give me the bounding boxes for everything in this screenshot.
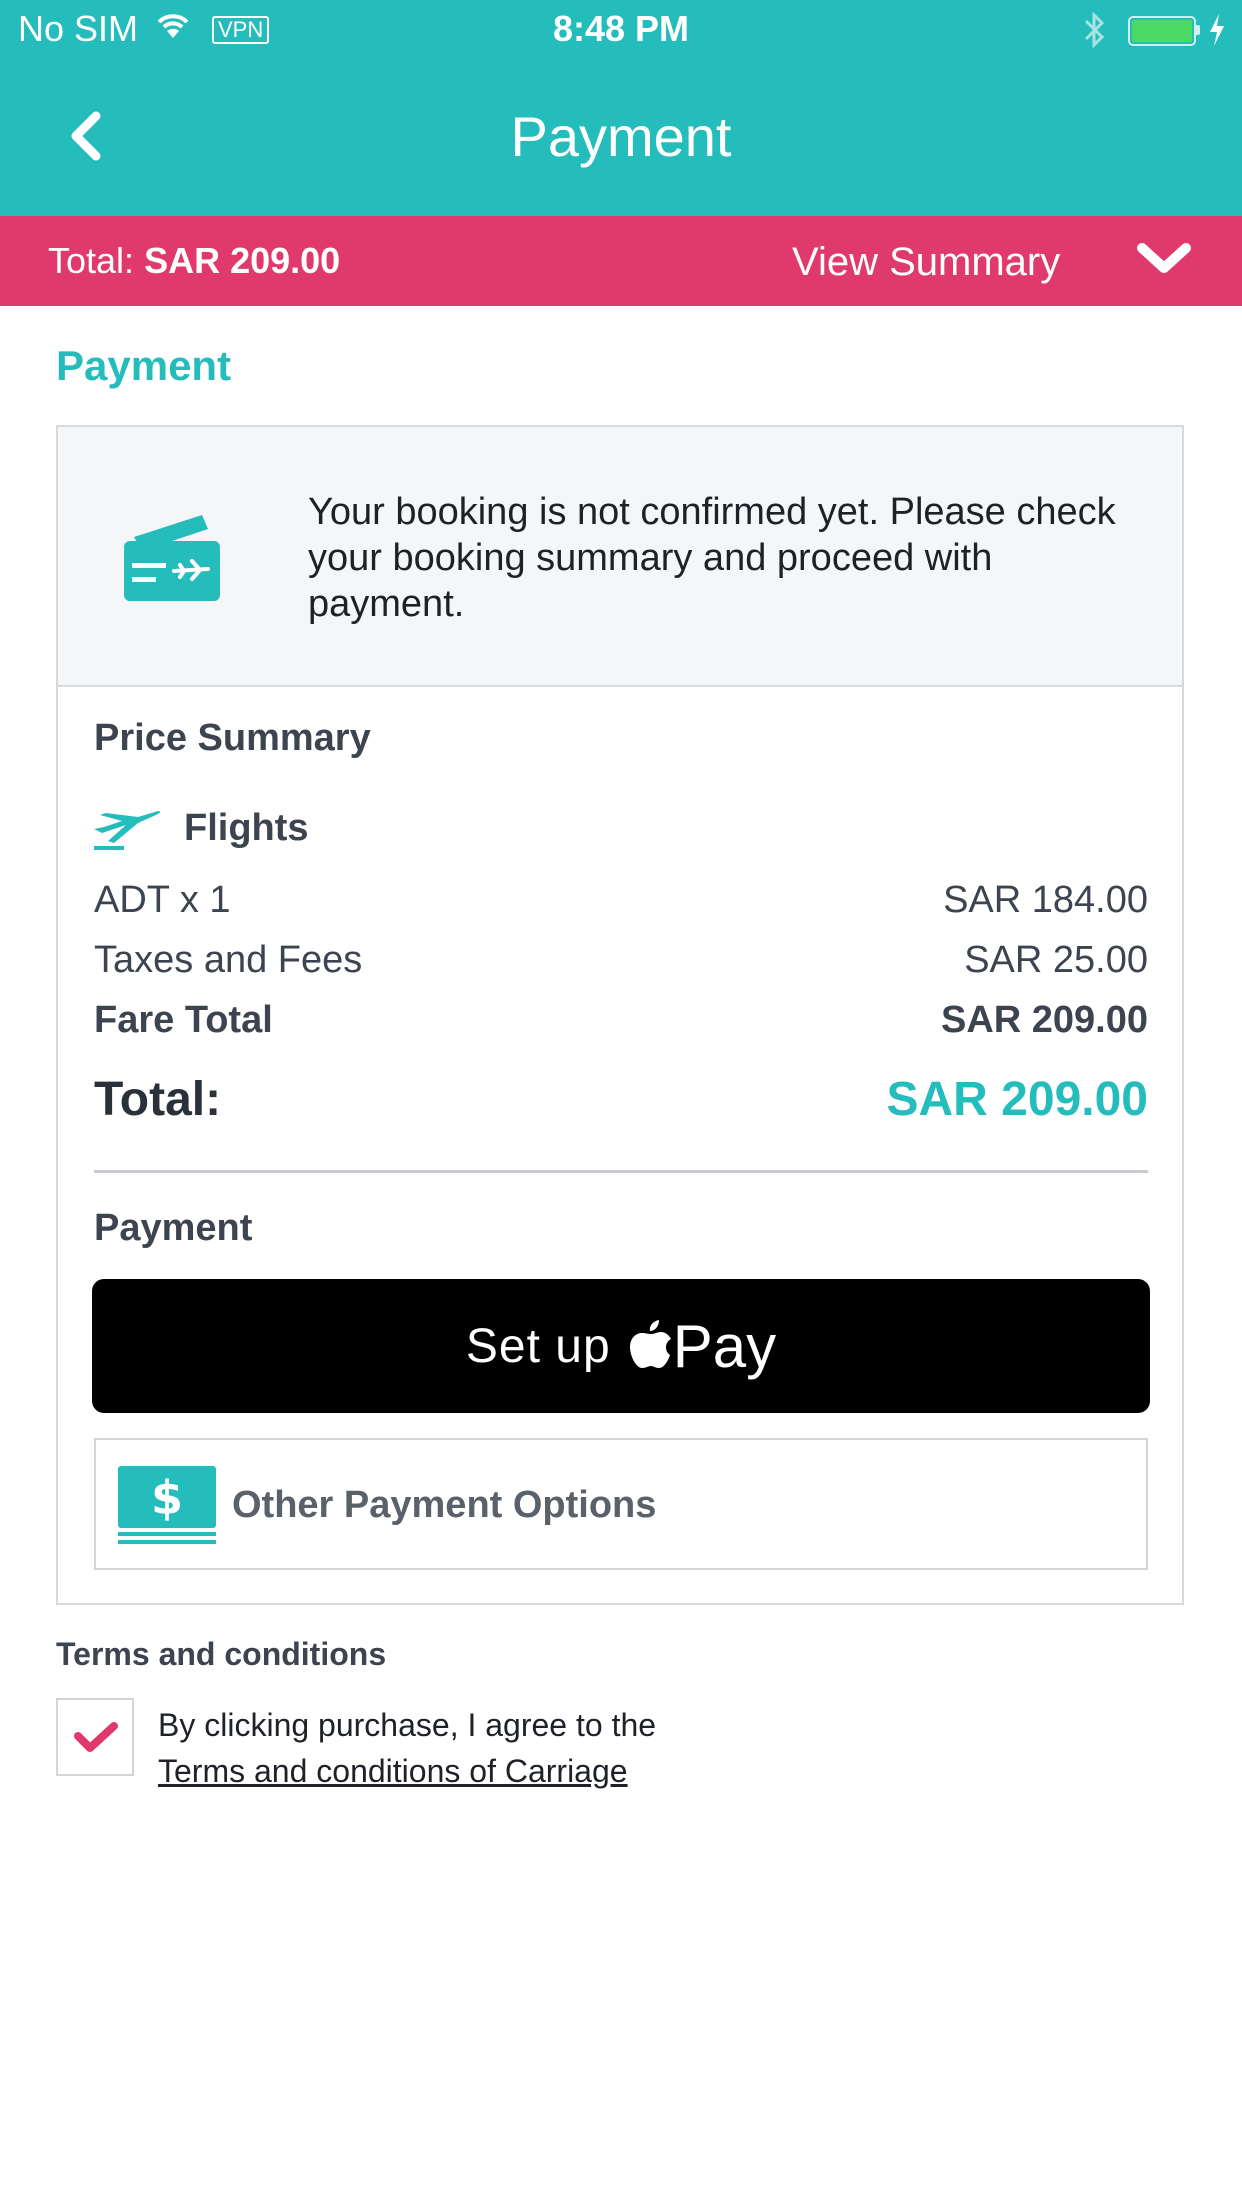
price-row-value: SAR 184.00	[943, 879, 1148, 921]
header: No SIM VPN 8:48 PM Payment	[0, 0, 1242, 216]
boarding-pass-icon	[120, 511, 222, 610]
dollar-bill-icon: $	[118, 1466, 216, 1549]
price-row-label: Taxes and Fees	[94, 939, 363, 981]
chevron-down-icon[interactable]	[1134, 240, 1194, 285]
battery-icon	[1128, 16, 1196, 46]
terms-checkbox[interactable]	[56, 1698, 134, 1776]
apple-pay-button[interactable]: Set up Pay	[92, 1279, 1150, 1413]
terms-link[interactable]: Terms and conditions of Carriage	[158, 1748, 656, 1794]
other-payment-options-button[interactable]: $ Other Payment Options	[94, 1438, 1148, 1570]
section-title: Payment	[56, 342, 232, 389]
terms-title: Terms and conditions	[56, 1636, 387, 1672]
summary-total: Total: SAR 209.00	[48, 240, 340, 282]
airplane-icon	[92, 809, 162, 856]
apple-pay-suffix: Pay	[672, 1312, 777, 1380]
svg-text:$: $	[151, 1471, 183, 1525]
summary-total-value: SAR 209.00	[144, 240, 341, 281]
summary-total-label: Total:	[48, 240, 135, 281]
fare-total-label: Fare Total	[94, 999, 273, 1041]
checkmark-icon	[74, 1722, 118, 1759]
view-summary-button[interactable]: View Summary	[792, 240, 1060, 285]
charging-icon	[1208, 14, 1226, 51]
flights-label: Flights	[184, 807, 309, 849]
payment-card: Your booking is not confirmed yet. Pleas…	[56, 425, 1184, 1605]
notice-text: Your booking is not confirmed yet. Pleas…	[308, 491, 1116, 625]
other-payment-options-label: Other Payment Options	[232, 1484, 657, 1526]
price-summary-title: Price Summary	[94, 717, 371, 759]
booking-notice: Your booking is not confirmed yet. Pleas…	[58, 427, 1182, 687]
apple-logo-icon	[629, 1318, 673, 1375]
summary-bar[interactable]: Total: SAR 209.00 View Summary	[0, 216, 1242, 306]
page-title: Payment	[510, 105, 732, 168]
grand-total-value: SAR 209.00	[886, 1073, 1149, 1126]
terms-text: By clicking purchase, I agree to the Ter…	[158, 1702, 656, 1794]
price-row-value: SAR 25.00	[964, 939, 1148, 981]
grand-total-label: Total:	[94, 1073, 222, 1126]
price-row-label: ADT x 1	[94, 879, 231, 921]
terms-statement: By clicking purchase, I agree to the	[158, 1707, 657, 1743]
fare-total-value: SAR 209.00	[940, 999, 1148, 1041]
clock: 8:48 PM	[552, 8, 690, 49]
apple-pay-prefix: Set up	[465, 1319, 611, 1373]
bluetooth-icon	[1082, 11, 1106, 53]
payment-subtitle: Payment	[94, 1207, 253, 1249]
divider	[94, 1170, 1148, 1173]
